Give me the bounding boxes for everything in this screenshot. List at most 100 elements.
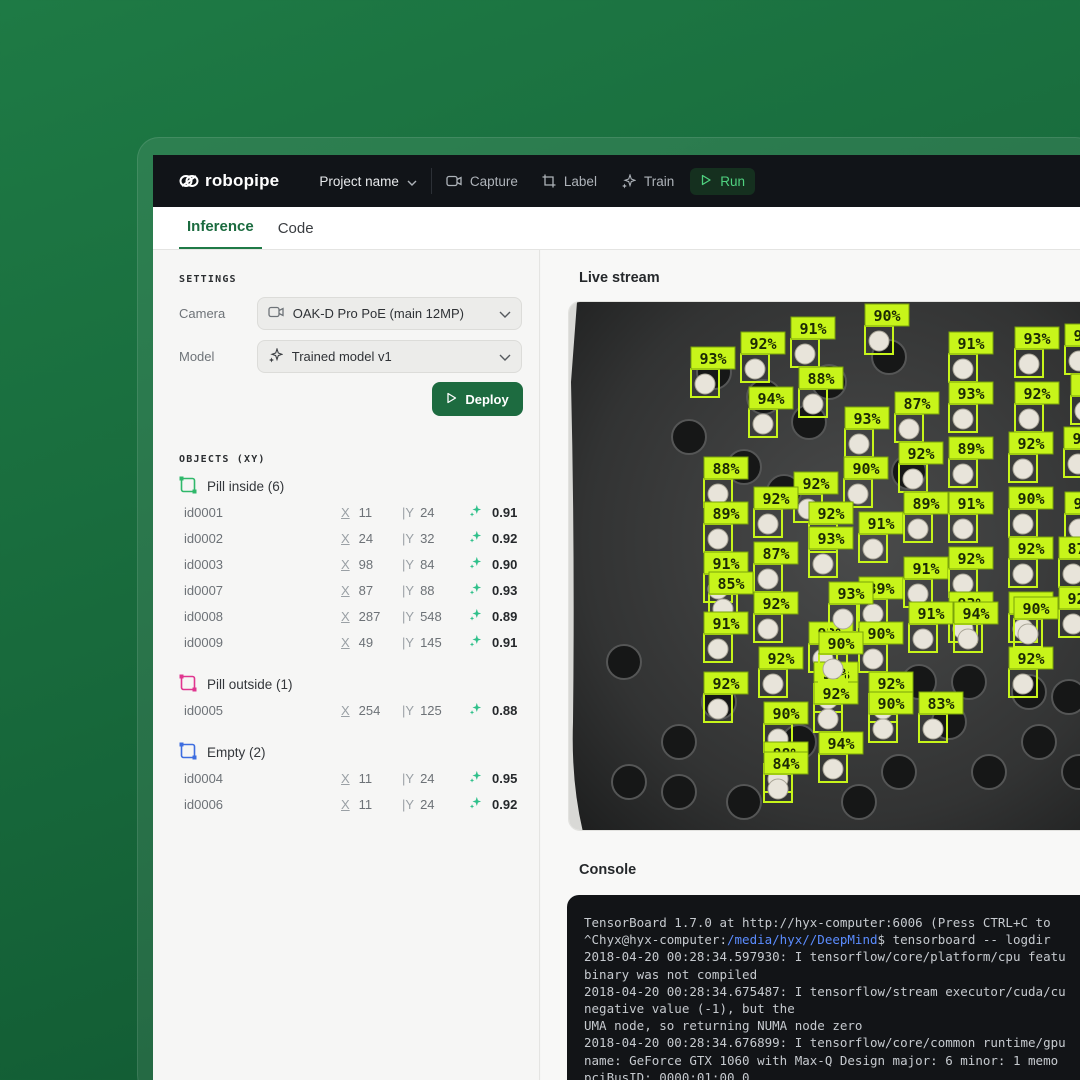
- confidence-value: 0.95: [492, 770, 518, 786]
- confidence-value: 0.91: [492, 504, 518, 520]
- tray-hole: [841, 784, 877, 820]
- tray-hole: [1051, 679, 1080, 715]
- x-value: 98: [358, 556, 374, 572]
- detection-label: 85%: [717, 575, 744, 593]
- sparkle-icon: [469, 556, 482, 572]
- y-axis-label: |Y: [402, 530, 415, 546]
- pill: [757, 568, 779, 590]
- object-group-header[interactable]: Empty (2): [179, 739, 522, 765]
- confidence-value: 0.91: [492, 634, 518, 650]
- pill: [822, 758, 844, 780]
- pill: [752, 413, 774, 435]
- object-group-header[interactable]: Pill inside (6): [179, 473, 522, 499]
- detection-label: 90%: [1022, 600, 1049, 618]
- pill: [767, 778, 789, 800]
- x-value: 87: [358, 582, 374, 598]
- pill: [1012, 563, 1034, 585]
- y-axis-label: |Y: [402, 556, 415, 572]
- console-line: binary was not compiled: [584, 966, 758, 982]
- tray-hole: [671, 419, 707, 455]
- object-row[interactable]: id0007 X 87 |Y 88 0.93: [179, 577, 522, 603]
- nav-run[interactable]: Run: [690, 167, 755, 195]
- camera-icon: [268, 306, 284, 321]
- x-axis-label: X: [341, 582, 350, 598]
- object-row[interactable]: id0008 X 287 |Y 548 0.89: [179, 603, 522, 629]
- console-path: /media/hyx//DeepMind: [727, 932, 878, 948]
- pill: [902, 468, 924, 490]
- sparkle-icon: [469, 530, 482, 546]
- x-value: 24: [358, 530, 374, 546]
- model-select[interactable]: Trained model v1: [256, 340, 522, 373]
- y-value: 145: [420, 634, 442, 650]
- detection-label: 87%: [1067, 540, 1080, 558]
- pill: [1062, 613, 1080, 635]
- tray-hole: [726, 784, 762, 820]
- object-groups: Pill inside (6) id0001 X 11 |Y 24 0.91 id0002 X 2…: [179, 473, 522, 817]
- object-group-header[interactable]: Pill outside (1): [179, 671, 522, 697]
- detection-label: 91%: [867, 515, 894, 533]
- console-line: TensorBoard 1.7.0 at http://hyx-computer…: [584, 915, 1051, 930]
- console-output[interactable]: TensorBoard 1.7.0 at http://hyx-computer…: [567, 895, 1080, 1080]
- object-row[interactable]: id0001 X 11 |Y 24 0.91: [179, 499, 522, 525]
- y-value: 548: [420, 608, 442, 624]
- deploy-button[interactable]: Deploy: [432, 382, 523, 416]
- y-value: 88: [420, 582, 435, 598]
- top-bar: robopipe Project name Capture Label Trai…: [153, 155, 1080, 207]
- object-id: id0005: [184, 702, 224, 718]
- sparkle-icon: [469, 504, 482, 520]
- pill: [898, 418, 920, 440]
- object-row[interactable]: id0003 X 98 |Y 84 0.90: [179, 551, 522, 577]
- detection-label: 90%: [867, 625, 894, 643]
- detection-label: 92%: [762, 490, 789, 508]
- camera-select[interactable]: OAK-D Pro PoE (main 12MP): [256, 297, 522, 330]
- model-setting: Model Trained model v1: [179, 340, 522, 373]
- nav-label[interactable]: Label: [542, 174, 597, 189]
- detection-label: 90%: [772, 705, 799, 723]
- detection-label: 94%: [827, 735, 854, 753]
- detection-label: 84%: [772, 755, 799, 773]
- tab-inference[interactable]: Inference: [179, 218, 262, 249]
- pill: [1012, 673, 1034, 695]
- pill: [872, 718, 894, 740]
- pill: [848, 433, 870, 455]
- nav-train[interactable]: Train: [621, 173, 674, 189]
- tab-code[interactable]: Code: [270, 220, 322, 249]
- sparkle-icon: [469, 608, 482, 624]
- live-stream-view[interactable]: 90% 91% 92% 93% 88% 94% 91% 93% 91% 93% 92% 93% 87% 9…: [568, 301, 1080, 831]
- pill: [707, 698, 729, 720]
- nav-capture[interactable]: Capture: [446, 174, 518, 189]
- objects-title: OBJECTS (XY): [179, 454, 266, 465]
- object-y: |Y 32: [402, 531, 469, 546]
- y-axis-label: |Y: [402, 796, 415, 812]
- object-id: id0007: [184, 582, 224, 598]
- x-axis-label: X: [341, 504, 350, 520]
- pill: [694, 373, 716, 395]
- y-value: 125: [420, 702, 442, 718]
- brand-logo[interactable]: robopipe: [179, 171, 279, 191]
- pill: [957, 628, 979, 650]
- detection-label: 92%: [802, 475, 829, 493]
- object-row[interactable]: id0004 X 11 |Y 24 0.95: [179, 765, 522, 791]
- object-confidence: 0.88: [469, 702, 517, 718]
- y-value: 24: [420, 504, 435, 520]
- pill: [868, 330, 890, 352]
- project-selector[interactable]: Project name: [319, 174, 417, 189]
- x-value: 11: [358, 770, 373, 786]
- detection-label: 92%: [1073, 495, 1080, 513]
- pill: [952, 463, 974, 485]
- pill: [822, 658, 844, 680]
- detection-label: 92%: [712, 675, 739, 693]
- object-row[interactable]: id0009 X 49 |Y 145 0.91: [179, 629, 522, 655]
- object-row[interactable]: id0005 X 254 |Y 125 0.88: [179, 697, 522, 723]
- object-y: |Y 24: [402, 771, 469, 786]
- pill: [952, 408, 974, 430]
- pill: [1018, 408, 1040, 430]
- object-x: X 11: [341, 505, 402, 520]
- object-row[interactable]: id0002 X 24 |Y 32 0.92: [179, 525, 522, 551]
- pill: [707, 528, 729, 550]
- detection-label: 93%: [817, 530, 844, 548]
- y-axis-label: |Y: [402, 582, 415, 598]
- pill: [1017, 623, 1039, 645]
- object-row[interactable]: id0006 X 11 |Y 24 0.92: [179, 791, 522, 817]
- model-value: Trained model v1: [291, 349, 392, 364]
